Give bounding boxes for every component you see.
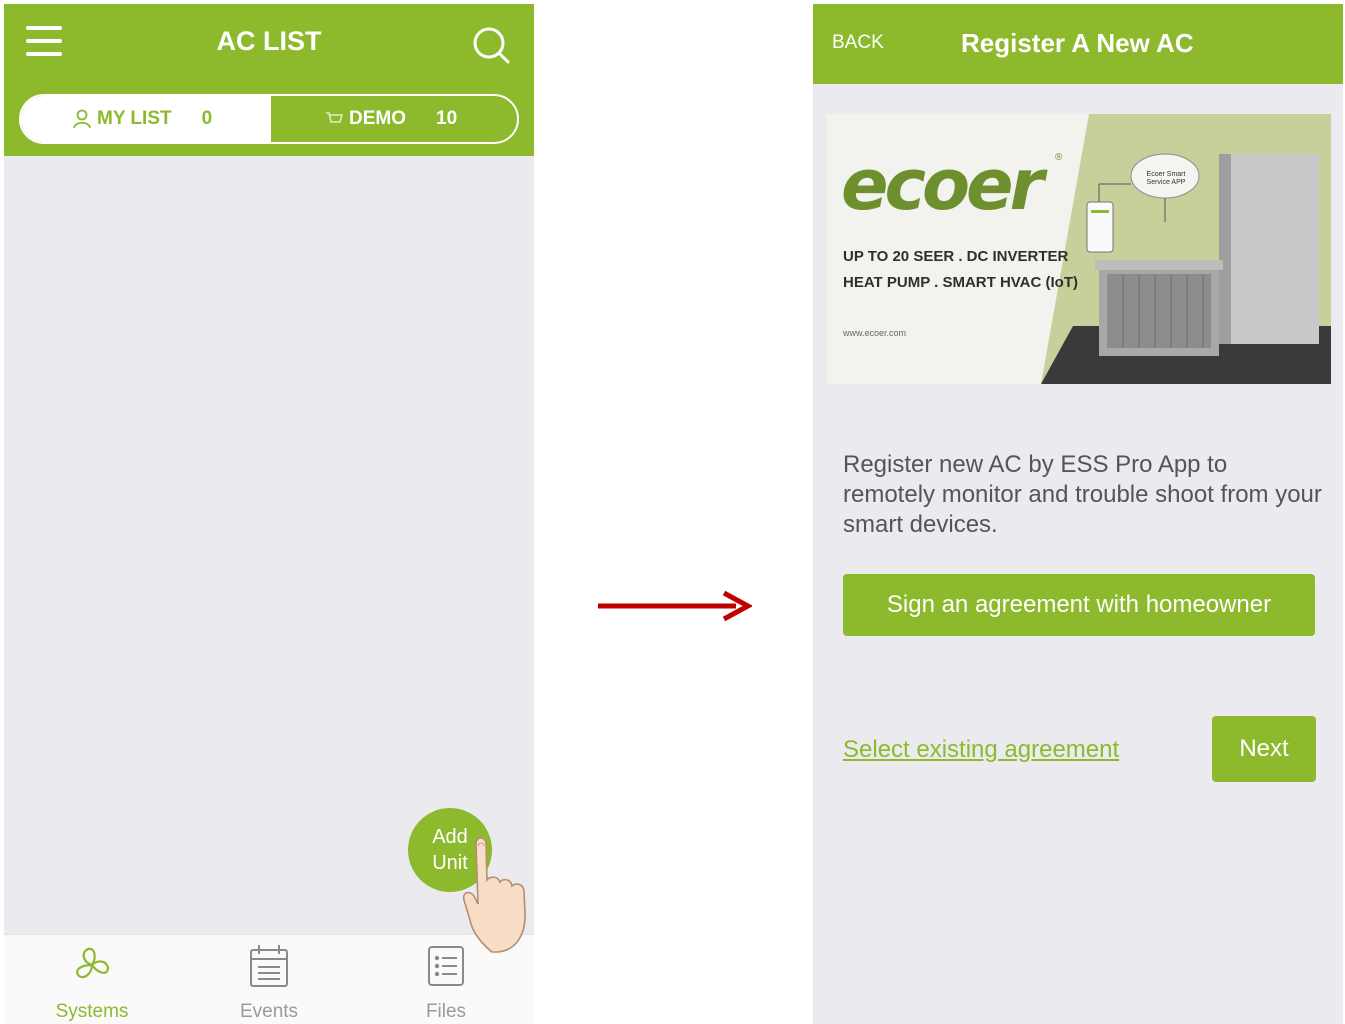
banner-tagline: UP TO 20 SEER . DC INVERTER HEAT PUMP . … bbox=[843, 244, 1078, 296]
list-segmented-control: MY LIST 0 DEMO 10 bbox=[19, 94, 519, 144]
tab-demo-label: DEMO bbox=[349, 108, 406, 129]
search-icon[interactable] bbox=[470, 24, 512, 66]
cloud-label: Ecoer Smart Service APP bbox=[1146, 171, 1186, 186]
nav-systems-label: Systems bbox=[55, 1001, 129, 1022]
app-header: AC LIST MY LIST 0 DEMO 10 bbox=[4, 4, 534, 156]
ecoer-logo: ecoer bbox=[841, 144, 1044, 226]
ac-list-screen: AC LIST MY LIST 0 DEMO 10 Add Unit Syste… bbox=[4, 4, 534, 1024]
back-button[interactable]: BACK bbox=[832, 32, 884, 54]
register-ac-screen: BACK Register A New AC ecoer ® UP TO 20 … bbox=[813, 4, 1343, 1024]
tab-my-list-count: 0 bbox=[201, 108, 213, 129]
tab-my-list-label: MY LIST bbox=[97, 108, 172, 129]
tagline-line-2: HEAT PUMP . SMART HVAC (IoT) bbox=[843, 274, 1078, 291]
nav-systems[interactable]: Systems bbox=[4, 935, 180, 1024]
sign-agreement-button[interactable]: Sign an agreement with homeowner bbox=[843, 574, 1315, 636]
page-title: Register A New AC bbox=[961, 28, 1194, 58]
nav-events-label: Events bbox=[239, 1001, 299, 1022]
bottom-navigation: Systems Events Files bbox=[4, 934, 534, 1024]
app-header: BACK Register A New AC bbox=[813, 4, 1343, 84]
select-existing-agreement-link[interactable]: Select existing agreement bbox=[843, 736, 1119, 764]
fan-icon bbox=[76, 947, 110, 979]
right-arrow-icon bbox=[598, 590, 752, 622]
banner-url: www.ecoer.com bbox=[843, 328, 907, 338]
tab-demo[interactable]: DEMO 10 bbox=[271, 96, 517, 142]
next-button[interactable]: Next bbox=[1212, 716, 1316, 782]
nav-events[interactable]: Events bbox=[181, 935, 357, 1024]
ecoer-banner-image: ecoer ® UP TO 20 SEER . DC INVERTER HEAT… bbox=[827, 114, 1331, 384]
tap-hand-icon bbox=[462, 837, 526, 953]
nav-files-label: Files bbox=[425, 1001, 467, 1022]
calendar-icon bbox=[250, 945, 288, 987]
tab-demo-count: 10 bbox=[436, 108, 458, 129]
tagline-line-1: UP TO 20 SEER . DC INVERTER bbox=[843, 248, 1069, 265]
tab-my-list[interactable]: MY LIST 0 bbox=[21, 96, 271, 142]
page-title: AC LIST bbox=[216, 26, 322, 56]
user-icon bbox=[73, 109, 91, 129]
registered-mark: ® bbox=[1055, 152, 1063, 163]
cart-icon bbox=[326, 112, 343, 123]
register-description: Register new AC by ESS Pro App to remote… bbox=[843, 451, 1322, 538]
